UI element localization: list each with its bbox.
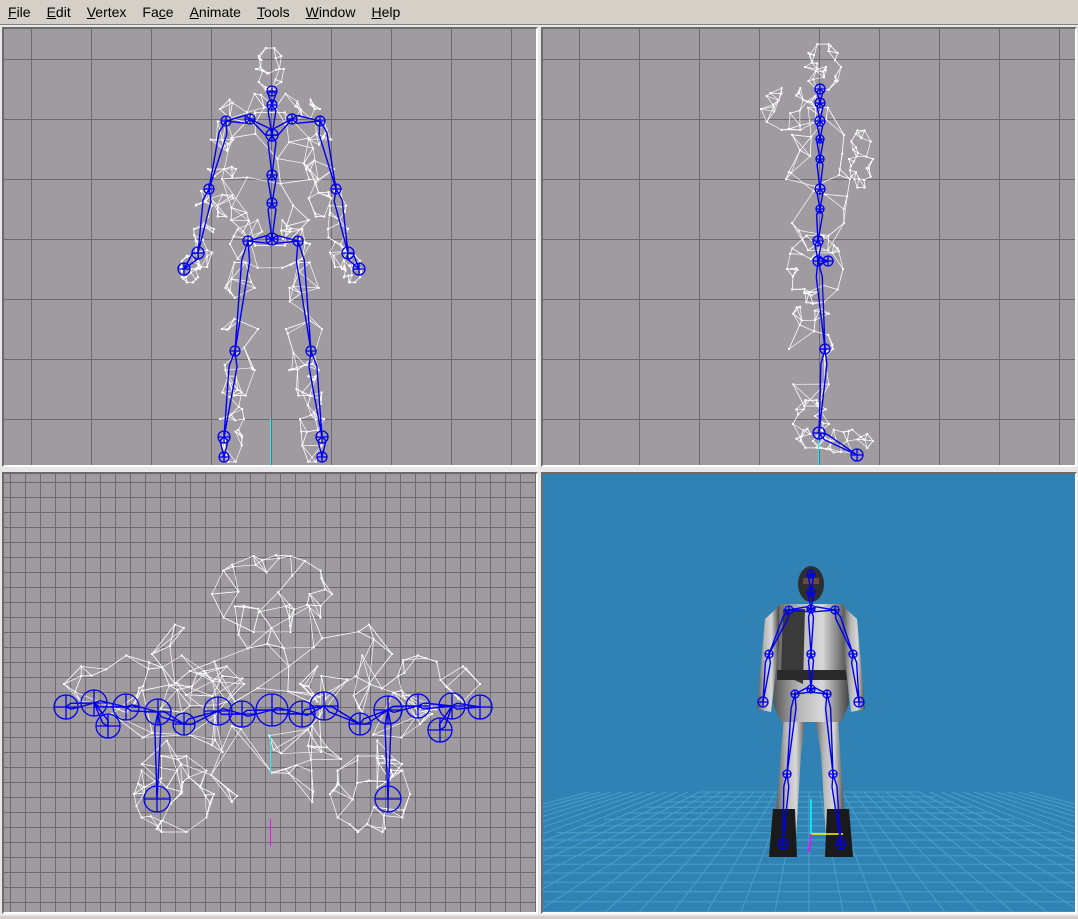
menu-window-accelerator: W [305, 3, 319, 20]
viewport-area [0, 25, 1078, 916]
front-viewport[interactable] [2, 27, 538, 467]
menu-file-label: ile [16, 3, 31, 20]
side-view-canvas[interactable] [543, 29, 1075, 465]
perspective-view-canvas[interactable] [543, 474, 1075, 912]
menu-face[interactable]: Face [134, 0, 181, 25]
menu-edit-label: dit [55, 3, 71, 20]
menu-bar: File Edit Vertex Face Animate Tools Window Help [0, 0, 1078, 25]
menu-tools-label: ools [263, 3, 290, 20]
menu-help-accelerator: H [371, 3, 382, 20]
perspective-viewport[interactable] [541, 472, 1077, 914]
menu-vertex-accelerator: V [86, 3, 96, 20]
side-viewport[interactable] [541, 27, 1077, 467]
menu-window-label: indow [318, 3, 356, 20]
menu-animate-label: nimate [198, 3, 241, 20]
menu-file-accelerator: F [8, 3, 17, 20]
menu-animate[interactable]: Animate [182, 0, 249, 25]
skeleton-bones[interactable] [814, 88, 858, 456]
grid [4, 474, 536, 912]
menu-edit-accelerator: E [46, 3, 56, 20]
menu-face-label: e [165, 3, 174, 20]
front-view-canvas[interactable] [4, 29, 536, 465]
menu-tools-accelerator: T [256, 3, 264, 20]
top-viewport[interactable] [2, 472, 538, 914]
menu-animate-accelerator: A [189, 3, 199, 20]
grid [4, 29, 536, 465]
menu-help[interactable]: Help [363, 0, 408, 25]
menu-vertex-label: ertex [95, 3, 127, 20]
menu-window[interactable]: Window [298, 0, 364, 25]
menu-help-label: elp [381, 3, 401, 20]
menu-tools[interactable]: Tools [249, 0, 298, 25]
menu-edit[interactable]: Edit [39, 0, 79, 25]
menu-vertex[interactable]: Vertex [79, 0, 135, 25]
top-view-canvas[interactable] [4, 474, 536, 912]
menu-file[interactable]: File [0, 0, 39, 25]
menu-face-label-start: Fa [142, 3, 159, 20]
menu-face-accelerator: c [158, 3, 166, 20]
grid [543, 29, 1075, 465]
